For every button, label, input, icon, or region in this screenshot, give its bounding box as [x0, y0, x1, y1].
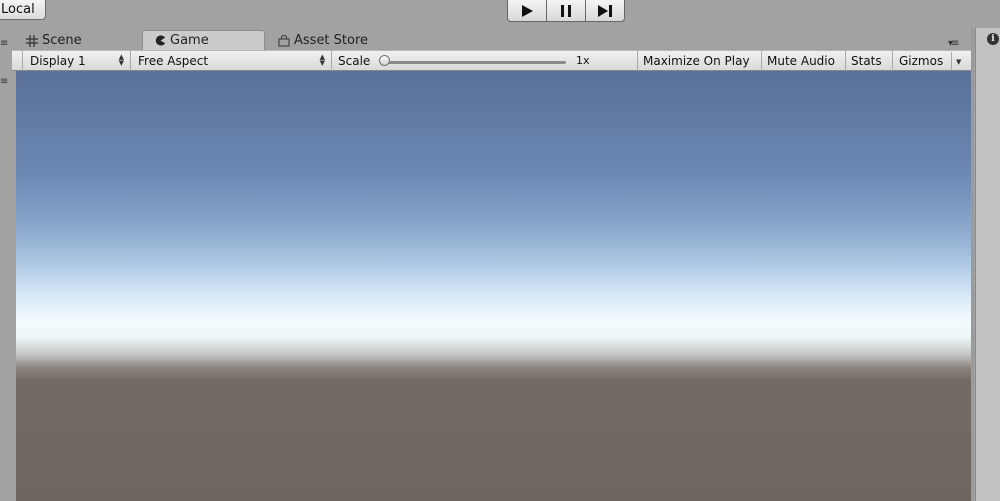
scale-control: Scale 1x: [332, 51, 638, 71]
dropdown-arrows-icon: ▲ ▼: [118, 53, 124, 67]
gizmos-dropdown-icon[interactable]: ▼: [956, 58, 961, 66]
scale-value: 1x: [576, 54, 590, 67]
mute-label: Mute Audio: [767, 54, 835, 68]
toolbar-spacer: [12, 51, 23, 71]
divider: [951, 52, 952, 70]
tab-label: Asset Store: [294, 33, 369, 48]
left-panel-edge: ≡ ≡: [0, 28, 12, 501]
pause-button[interactable]: [546, 0, 586, 22]
aspect-label: Free Aspect: [138, 54, 209, 68]
scale-slider-thumb[interactable]: [379, 55, 390, 66]
panel-menu-icon[interactable]: ≡: [0, 77, 8, 87]
display-label: Display 1: [30, 54, 86, 68]
tab-label: Scene: [42, 33, 82, 48]
step-button[interactable]: [585, 0, 625, 22]
bag-icon: [278, 34, 290, 47]
pause-icon: [561, 4, 571, 17]
pivot-space-button[interactable]: Local: [0, 0, 46, 20]
mute-audio-toggle[interactable]: Mute Audio: [762, 51, 846, 71]
view-tab-bar: Scene Game Asset Store ▾≡: [12, 28, 973, 50]
play-button[interactable]: [507, 0, 547, 22]
step-icon: [598, 4, 612, 17]
play-controls: [507, 0, 625, 22]
stats-label: Stats: [851, 54, 882, 68]
main-toolbar: Local: [0, 0, 1000, 28]
pacman-icon: [155, 35, 166, 46]
tab-label: Game: [170, 33, 209, 48]
display-dropdown[interactable]: Display 1 ▲ ▼: [23, 51, 131, 71]
info-icon[interactable]: i: [987, 33, 999, 45]
play-icon: [522, 4, 533, 17]
scale-label: Scale: [338, 54, 371, 68]
panel-splitter[interactable]: [971, 28, 974, 501]
stats-toggle[interactable]: Stats: [846, 51, 893, 71]
maximize-label: Maximize On Play: [643, 54, 750, 68]
panel-menu-icon[interactable]: ≡: [0, 39, 8, 49]
maximize-on-play-toggle[interactable]: Maximize On Play: [638, 51, 762, 71]
tab-options-icon[interactable]: ▾≡: [948, 38, 959, 49]
game-view-viewport[interactable]: [16, 71, 971, 501]
tab-scene[interactable]: Scene: [26, 31, 82, 50]
tab-asset-store[interactable]: Asset Store: [278, 31, 368, 50]
tab-game[interactable]: Game: [142, 30, 265, 50]
gizmos-label: Gizmos: [899, 54, 944, 68]
game-view-toolbar: Display 1 ▲ ▼ Free Aspect ▲ ▼ Scale 1x Max…: [12, 50, 973, 71]
aspect-dropdown[interactable]: Free Aspect ▲ ▼: [131, 51, 332, 71]
dropdown-arrows-icon: ▲ ▼: [319, 53, 325, 67]
inspector-panel-edge: i: [975, 28, 1000, 501]
scale-slider[interactable]: [384, 61, 566, 64]
grid-icon: [26, 34, 38, 47]
